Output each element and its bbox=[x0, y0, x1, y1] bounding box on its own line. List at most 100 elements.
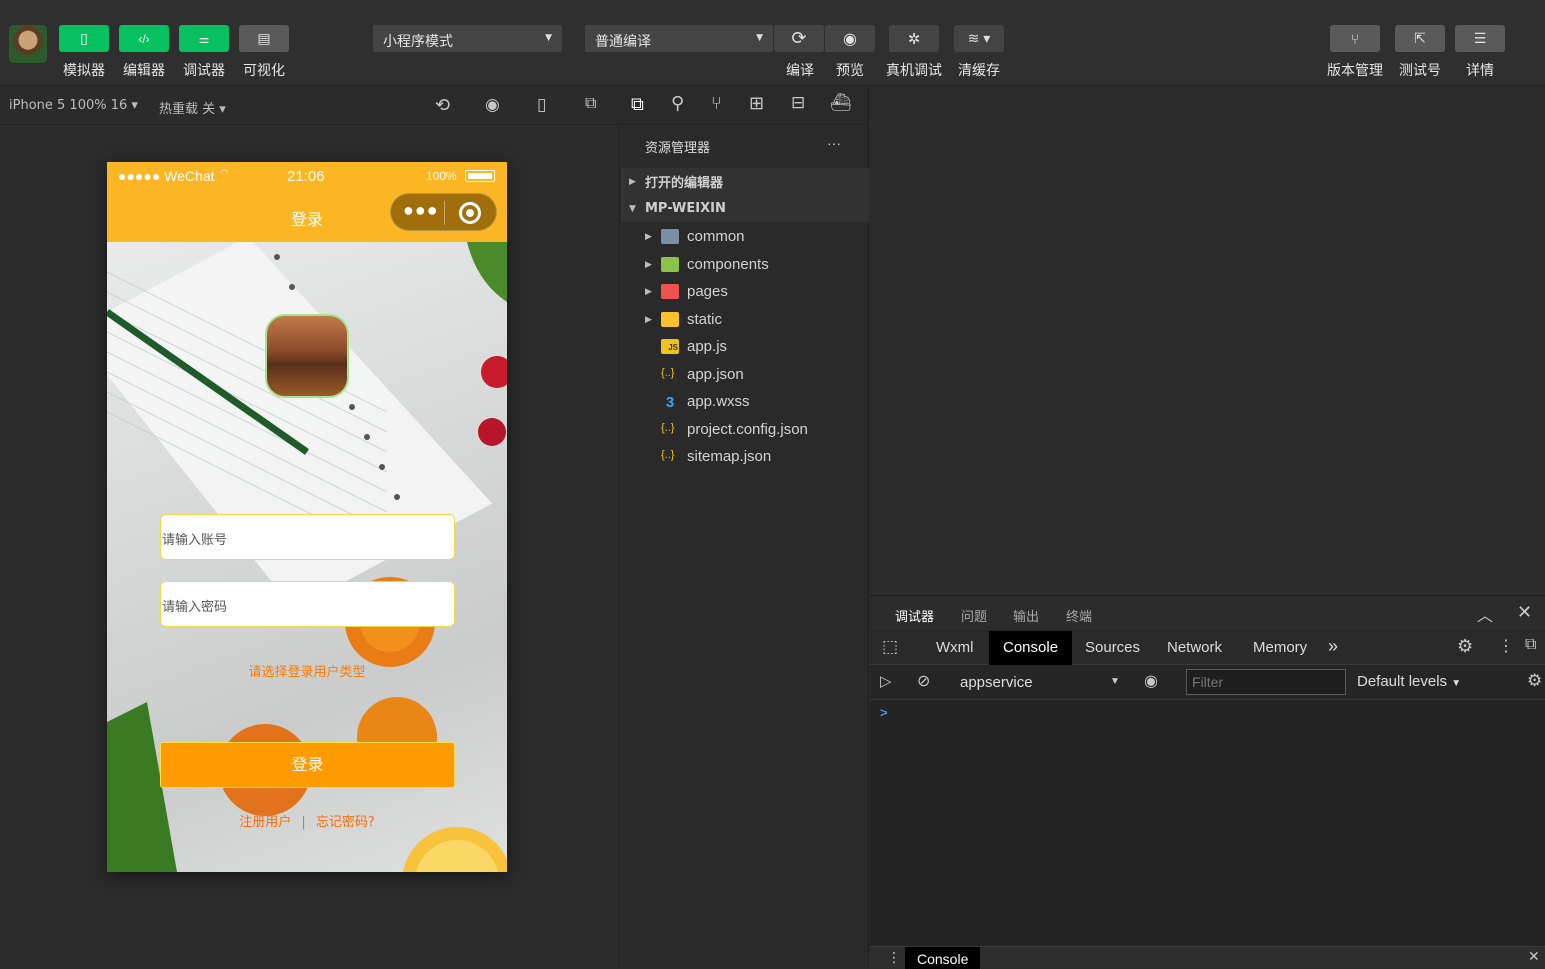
cloud-dev-icon[interactable]: ⛴ bbox=[830, 93, 852, 113]
tree-item-project-config[interactable]: {..} project.config.json bbox=[621, 416, 869, 443]
files-icon[interactable]: ⧉ bbox=[631, 94, 644, 115]
tree-item-label: project.config.json bbox=[687, 421, 808, 438]
chevron-up-icon[interactable]: ︿ bbox=[1477, 602, 1493, 626]
project-name: MP-WEIXIN bbox=[645, 201, 726, 216]
bug-icon: ✲ bbox=[907, 30, 921, 48]
hot-reload-value: 热重载 关 bbox=[159, 102, 216, 117]
wifi-icon: ◠ bbox=[220, 168, 229, 179]
close-icon[interactable]: ✕ bbox=[1517, 602, 1532, 623]
context-select[interactable]: appservice ▼ bbox=[952, 670, 1122, 696]
sidebar-toggle-icon[interactable]: ▷ bbox=[880, 672, 892, 690]
account-input[interactable]: 请输入账号 bbox=[160, 514, 455, 560]
simulator-label: 模拟器 bbox=[63, 63, 105, 79]
devtab-console[interactable]: Console bbox=[989, 631, 1073, 665]
close-miniprogram-icon[interactable] bbox=[459, 202, 481, 224]
devtab-wxml[interactable]: Wxml bbox=[922, 631, 988, 665]
folder-components-icon bbox=[661, 257, 679, 272]
login-button[interactable]: 登录 bbox=[160, 742, 455, 788]
inspect-element-icon[interactable]: ⬚ bbox=[882, 637, 898, 657]
details-button[interactable]: ☰ bbox=[1455, 25, 1505, 52]
file-explorer-panel: ⧉ ⚲ ⑂ ⊞ ⊟ ⛴ 资源管理器 ··· ▶ 打开的编辑器 ▼ MP-WEIXIN… bbox=[621, 87, 869, 967]
devtab-sources[interactable]: Sources bbox=[1071, 631, 1154, 665]
device-icon[interactable]: ▯ bbox=[537, 95, 546, 115]
console-filter-input[interactable] bbox=[1186, 669, 1346, 695]
details-label: 详情 bbox=[1466, 63, 1494, 79]
drawer-tab-console[interactable]: Console bbox=[905, 947, 981, 969]
more-tabs-button[interactable]: » bbox=[1320, 629, 1346, 663]
explorer-title: 资源管理器 bbox=[645, 141, 711, 156]
search-icon[interactable]: ⚲ bbox=[671, 93, 684, 114]
version-control-button[interactable]: ⑂ bbox=[1330, 25, 1380, 52]
debugger-label: 调试器 bbox=[183, 63, 225, 79]
preview-button[interactable]: ◉ bbox=[825, 25, 875, 52]
drawer-menu-icon[interactable]: ⋮ bbox=[887, 949, 901, 966]
remote-debug-button[interactable]: ✲ bbox=[889, 25, 939, 52]
forgot-password-link[interactable]: 忘记密码? bbox=[316, 815, 375, 830]
tree-item-sitemap[interactable]: {..} sitemap.json bbox=[621, 443, 869, 470]
rotate-icon[interactable]: ⟲ bbox=[435, 95, 450, 116]
tree-item-common[interactable]: ▶ common bbox=[621, 223, 869, 250]
device-select[interactable]: iPhone 5 100% 16 ▾ bbox=[9, 98, 138, 113]
tab-problems[interactable]: 问题 bbox=[961, 606, 987, 625]
user-type-picker[interactable]: 请选择登录用户类型 bbox=[107, 661, 507, 680]
battery-icon bbox=[465, 170, 495, 182]
kebab-menu-icon[interactable]: ⋮ bbox=[1498, 636, 1514, 656]
project-section[interactable]: ▼ MP-WEIXIN bbox=[621, 195, 869, 222]
tree-item-app-wxss[interactable]: 3 app.wxss bbox=[621, 388, 869, 415]
gear-icon[interactable]: ⚙ bbox=[1457, 636, 1473, 657]
tree-item-label: common bbox=[687, 228, 745, 245]
tree-item-label: components bbox=[687, 256, 769, 273]
layout-icon: ▤ bbox=[257, 30, 271, 46]
folder-pages-icon bbox=[661, 284, 679, 299]
console-settings-icon[interactable]: ⚙ bbox=[1527, 671, 1542, 691]
tree-item-static[interactable]: ▶ static bbox=[621, 306, 869, 333]
stop-icon[interactable]: ◉ bbox=[485, 95, 500, 115]
hot-reload-select[interactable]: 热重载 关 ▾ bbox=[159, 98, 226, 117]
password-input[interactable]: 请输入密码 bbox=[160, 581, 455, 627]
tab-debugger[interactable]: 调试器 bbox=[895, 606, 935, 633]
caret-down-icon: ▼ bbox=[545, 33, 552, 43]
main-toolbar: ▯ 模拟器 ‹/› 编辑器 ⚌ 调试器 ▤ 可视化 小程序模式 ▼ 普通编译 ▼… bbox=[0, 0, 1545, 86]
activity-bar: ⧉ ⚲ ⑂ ⊞ ⊟ ⛴ bbox=[621, 87, 869, 125]
devtab-network[interactable]: Network bbox=[1153, 631, 1236, 665]
simulator-toggle-button[interactable]: ▯ bbox=[59, 25, 109, 52]
tree-item-components[interactable]: ▶ components bbox=[621, 251, 869, 278]
popout-window-icon[interactable]: ⧉ bbox=[585, 95, 596, 113]
tree-item-app-js[interactable]: JS app.js bbox=[621, 333, 869, 360]
user-avatar[interactable] bbox=[9, 25, 47, 63]
more-dots-icon[interactable]: ●●● bbox=[403, 200, 439, 221]
tab-terminal[interactable]: 终端 bbox=[1066, 606, 1092, 625]
test-account-button[interactable]: ⇱ bbox=[1395, 25, 1445, 52]
explorer-more-button[interactable]: ··· bbox=[827, 135, 841, 151]
tree-item-pages[interactable]: ▶ pages bbox=[621, 278, 869, 305]
status-carrier: ●●●●● WeChat bbox=[118, 168, 215, 184]
clear-cache-button[interactable]: ≋ ▾ bbox=[954, 25, 1004, 52]
close-drawer-icon[interactable]: ✕ bbox=[1528, 948, 1540, 965]
app-logo-image bbox=[265, 314, 349, 398]
tab-output[interactable]: 输出 bbox=[1013, 606, 1039, 625]
editor-toggle-button[interactable]: ‹/› bbox=[119, 25, 169, 52]
clear-console-icon[interactable]: ⊘ bbox=[917, 671, 930, 691]
tree-item-label: static bbox=[687, 311, 723, 328]
register-link[interactable]: 注册用户 bbox=[239, 815, 291, 830]
dock-icon[interactable]: ⧉ bbox=[1525, 636, 1536, 654]
console-output[interactable]: > bbox=[870, 701, 1545, 944]
version-control-label: 版本管理 bbox=[1327, 63, 1383, 79]
mode-select[interactable]: 小程序模式 ▼ bbox=[373, 25, 562, 52]
debugger-toggle-button[interactable]: ⚌ bbox=[179, 25, 229, 52]
compile-button[interactable]: ⟳ bbox=[774, 25, 824, 52]
tree-item-app-json[interactable]: {..} app.json bbox=[621, 361, 869, 388]
devtab-memory[interactable]: Memory bbox=[1239, 631, 1321, 665]
test-account-label: 测试号 bbox=[1399, 63, 1441, 79]
visual-toggle-button[interactable]: ▤ bbox=[239, 25, 289, 52]
compile-select[interactable]: 普通编译 ▼ bbox=[585, 25, 773, 52]
caret-down-icon: ▼ bbox=[756, 33, 763, 43]
git-branch-icon[interactable]: ⑂ bbox=[711, 93, 722, 114]
eye-icon[interactable]: ◉ bbox=[1144, 671, 1158, 691]
status-time: 21:06 bbox=[287, 168, 325, 185]
storage-icon[interactable]: ⊟ bbox=[791, 93, 805, 113]
log-levels-select[interactable]: Default levels ▼ bbox=[1357, 673, 1461, 690]
extensions-icon[interactable]: ⊞ bbox=[749, 93, 764, 114]
footer-links: 注册用户 | 忘记密码? bbox=[107, 811, 507, 830]
open-editors-section[interactable]: ▶ 打开的编辑器 bbox=[621, 168, 869, 195]
